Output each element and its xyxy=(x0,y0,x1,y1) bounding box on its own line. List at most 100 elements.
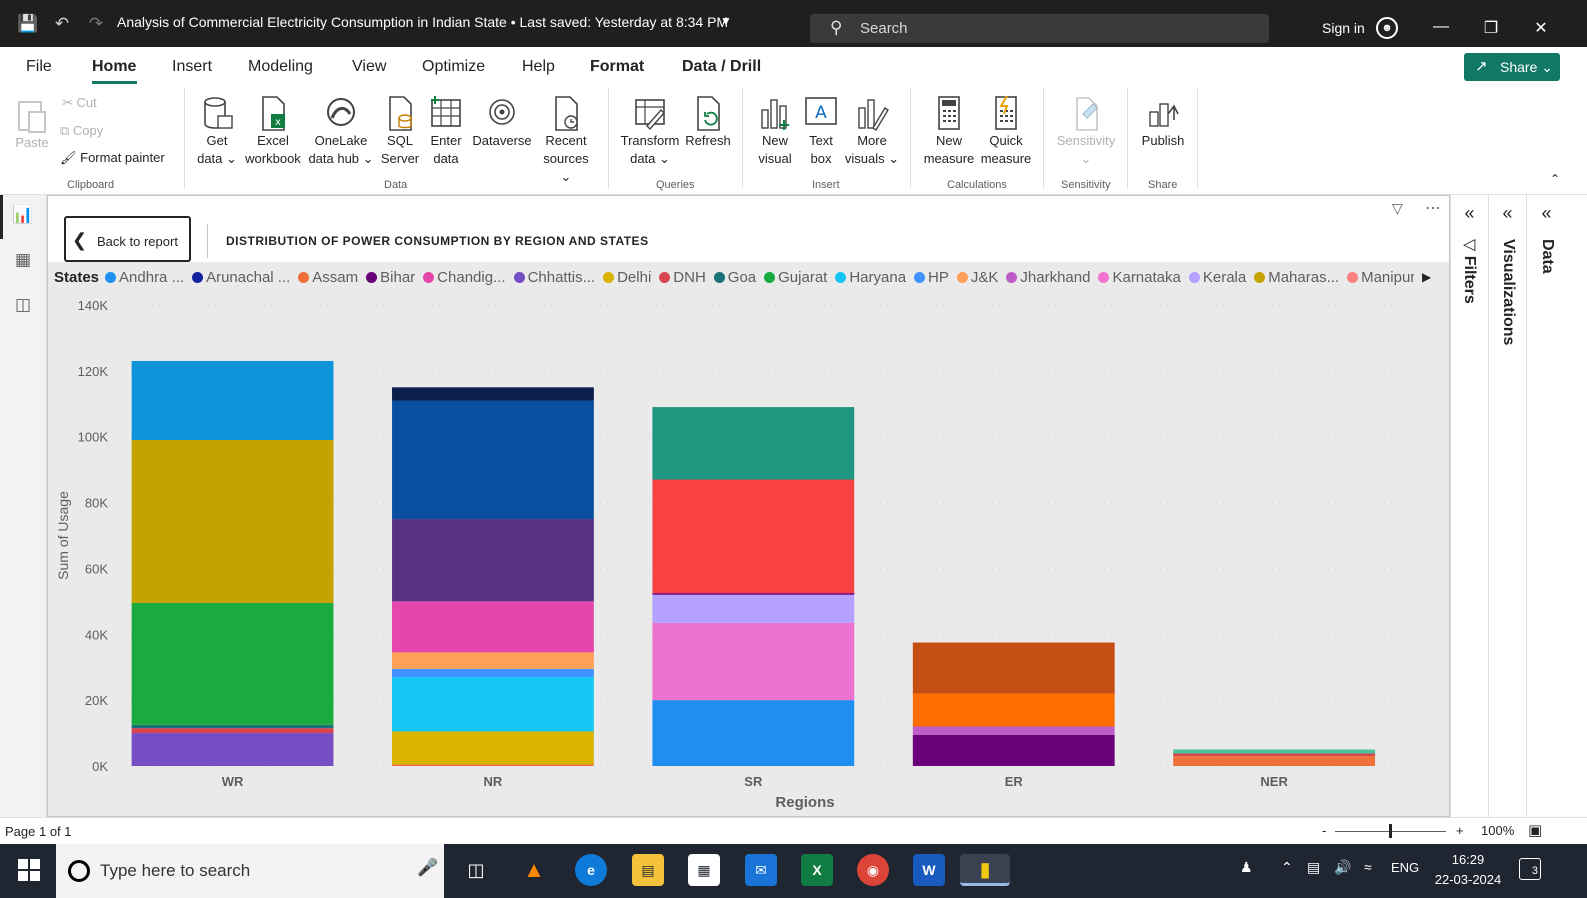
report-view-icon[interactable]: 📊 xyxy=(12,205,34,227)
restore-icon[interactable]: ❐ xyxy=(1481,18,1501,38)
share-button[interactable]: ↗ Share ⌄ xyxy=(1464,53,1560,81)
menu-data-drill[interactable]: Data / Drill xyxy=(682,58,761,76)
bar-segment[interactable] xyxy=(652,407,855,480)
bar-segment[interactable] xyxy=(131,733,334,766)
legend-item[interactable]: Assam xyxy=(298,269,358,286)
legend-item[interactable]: Haryana xyxy=(835,269,906,286)
edge-icon[interactable]: e xyxy=(575,854,607,886)
legend-item[interactable]: Andhra ... xyxy=(105,269,184,286)
fit-to-page-icon[interactable]: ▣ xyxy=(1528,821,1542,839)
copy-button[interactable]: ⧉ Copy xyxy=(60,123,103,139)
refresh-button[interactable]: Refresh xyxy=(684,94,732,150)
legend-item[interactable]: Manipur xyxy=(1347,269,1414,286)
menu-home[interactable]: Home xyxy=(92,58,136,76)
text-box-button[interactable]: A Text box xyxy=(800,94,842,168)
legend-next-icon[interactable]: ▶ xyxy=(1422,270,1431,284)
bar-segment[interactable] xyxy=(392,400,594,520)
collapse-ribbon-icon[interactable]: ⌃ xyxy=(1550,172,1560,186)
legend-item[interactable]: Jharkhand xyxy=(1006,269,1090,286)
legend-item[interactable]: Delhi xyxy=(603,269,651,286)
store-icon[interactable]: ▦ xyxy=(688,854,720,886)
collapse-data-icon[interactable]: « xyxy=(1527,203,1566,224)
bar-segment[interactable] xyxy=(392,387,594,401)
menu-insert[interactable]: Insert xyxy=(172,58,212,76)
bar-segment[interactable] xyxy=(392,677,594,732)
more-visuals-button[interactable]: More visuals ⌄ xyxy=(844,94,900,168)
search-box[interactable]: ⚲ Search xyxy=(810,14,1269,43)
enter-data-button[interactable]: Enter data xyxy=(426,94,466,168)
bar-segment[interactable] xyxy=(392,668,594,678)
model-view-icon[interactable]: ◫ xyxy=(12,295,34,317)
legend-item[interactable]: Chandig... xyxy=(423,269,506,286)
menu-format[interactable]: Format xyxy=(590,58,644,76)
recent-sources-button[interactable]: Recent sources ⌄ xyxy=(536,94,596,186)
redo-icon[interactable]: ↷ xyxy=(85,13,107,35)
avatar-icon[interactable]: ☻ xyxy=(1376,17,1398,39)
power-bi-icon[interactable]: ▮ xyxy=(960,854,1010,886)
bar-segment[interactable] xyxy=(912,734,1115,766)
legend-item[interactable]: HP xyxy=(914,269,949,286)
people-icon[interactable]: ♟ xyxy=(1240,859,1253,876)
get-data-button[interactable]: Get data ⌄ xyxy=(196,94,238,168)
legend-item[interactable]: Arunachal ... xyxy=(192,269,290,286)
bar-segment[interactable] xyxy=(912,726,1115,735)
legend-item[interactable]: Gujarat xyxy=(764,269,827,286)
new-visual-button[interactable]: New visual xyxy=(754,94,796,168)
menu-modeling[interactable]: Modeling xyxy=(248,58,313,76)
menu-optimize[interactable]: Optimize xyxy=(422,58,485,76)
zoom-slider-thumb[interactable] xyxy=(1389,824,1392,838)
data-pane[interactable]: « Data xyxy=(1526,195,1566,817)
menu-file[interactable]: File xyxy=(26,58,52,76)
bar-segment[interactable] xyxy=(1173,756,1376,766)
legend-item[interactable]: Goa xyxy=(713,269,756,286)
table-view-icon[interactable]: ▦ xyxy=(12,250,34,272)
legend-item[interactable]: Bihar xyxy=(366,269,415,286)
zoom-in-button[interactable]: + xyxy=(1456,823,1464,838)
format-painter-button[interactable]: 🖌 Format painter xyxy=(60,150,165,166)
new-measure-button[interactable]: New measure xyxy=(920,94,978,168)
bar-segment[interactable] xyxy=(652,700,855,766)
legend-item[interactable]: Maharas... xyxy=(1254,269,1339,286)
windows-start-icon[interactable] xyxy=(18,859,40,881)
bar-segment[interactable] xyxy=(131,440,334,604)
legend-item[interactable]: Chhattis... xyxy=(513,269,595,286)
word-icon[interactable]: W xyxy=(913,854,945,886)
notification-center-icon[interactable]: 3 xyxy=(1519,858,1541,880)
bar-segment[interactable] xyxy=(131,724,334,729)
bar-segment[interactable] xyxy=(392,764,594,766)
bar-segment[interactable] xyxy=(652,479,855,594)
collapse-filters-icon[interactable]: « xyxy=(1451,203,1488,224)
task-view-icon[interactable]: ◫ xyxy=(460,854,492,886)
chrome-icon[interactable]: ◉ xyxy=(857,854,889,886)
excel-workbook-button[interactable]: x Excel workbook xyxy=(242,94,304,168)
zoom-out-button[interactable]: - xyxy=(1322,823,1326,838)
bar-segment[interactable] xyxy=(131,603,334,725)
undo-icon[interactable]: ↶ xyxy=(51,13,73,35)
sign-in-link[interactable]: Sign in xyxy=(1322,20,1365,36)
bar-segment[interactable] xyxy=(1173,753,1376,757)
sql-server-button[interactable]: SQL Server xyxy=(378,94,422,168)
taskbar-search[interactable]: Type here to search 🎤 xyxy=(56,844,444,898)
bar-segment[interactable] xyxy=(392,519,594,602)
legend-item[interactable]: DNH xyxy=(659,269,706,286)
volume-icon[interactable]: 🔊 xyxy=(1334,859,1351,876)
publish-button[interactable]: Publish xyxy=(1136,94,1190,150)
dataverse-button[interactable]: Dataverse xyxy=(470,94,534,150)
minimize-icon[interactable]: — xyxy=(1431,18,1451,36)
bar-segment[interactable] xyxy=(392,652,594,669)
filter-icon[interactable]: ▽ xyxy=(1392,200,1403,217)
bar-segment[interactable] xyxy=(912,642,1115,694)
vlc-icon[interactable]: ▲ xyxy=(518,854,550,886)
bar-segment[interactable] xyxy=(1173,749,1376,754)
excel-taskbar-icon[interactable]: X xyxy=(801,854,833,886)
battery-icon[interactable]: ▤ xyxy=(1307,859,1320,876)
mail-icon[interactable]: ✉ xyxy=(745,854,777,886)
language-indicator[interactable]: ENG xyxy=(1391,860,1419,875)
menu-help[interactable]: Help xyxy=(522,58,555,76)
cut-button[interactable]: ✂ Cut xyxy=(62,95,97,111)
title-dropdown-icon[interactable]: ▼ xyxy=(720,14,732,28)
bar-segment[interactable] xyxy=(652,593,855,595)
wifi-icon[interactable]: ≈ xyxy=(1364,859,1372,875)
menu-view[interactable]: View xyxy=(352,58,386,76)
quick-measure-button[interactable]: Quick measure xyxy=(978,94,1034,168)
